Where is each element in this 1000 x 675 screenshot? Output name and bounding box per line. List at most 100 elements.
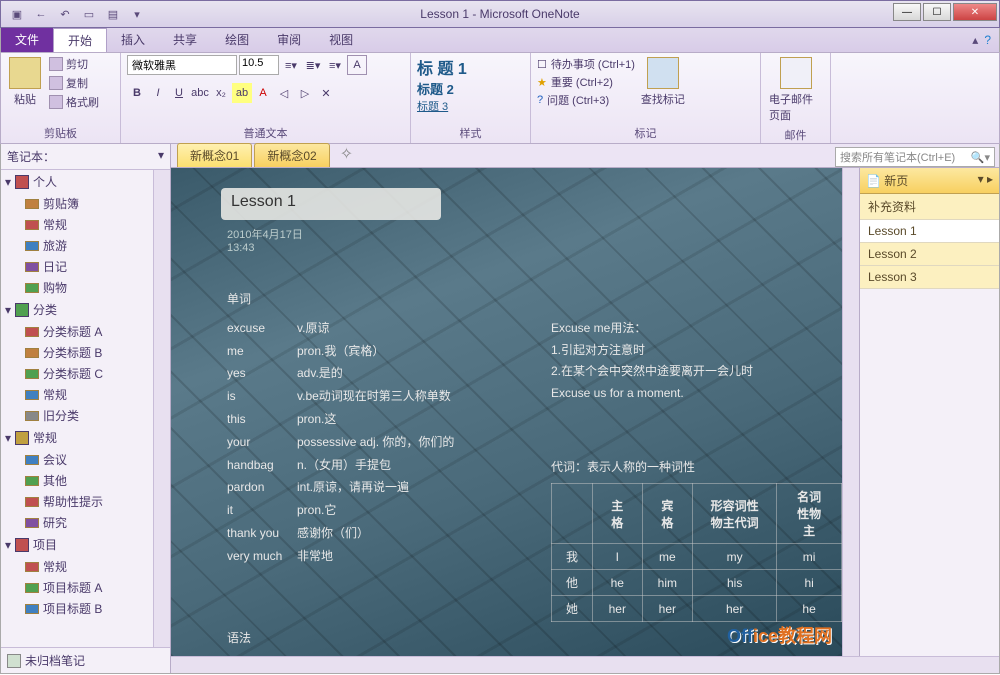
minimize-ribbon-icon[interactable]: ▴ [972,33,978,47]
page-list-item[interactable]: Lesson 1 [860,220,999,243]
dock-button[interactable]: ▭ [79,4,99,24]
group-clipboard: 粘贴 剪切 复制 格式刷 剪贴板 [1,53,121,143]
section-item[interactable]: 分类标题 B [1,342,170,363]
section-item[interactable]: 常规 [1,384,170,405]
vocab-row: itpron.它 [227,499,454,522]
sidebar-scrollbar[interactable] [153,170,170,647]
chevron-icon: ▾ [5,303,11,317]
folder-icon [25,562,39,572]
section-item[interactable]: 其他 [1,470,170,491]
maximize-button[interactable]: ☐ [923,3,951,21]
tag-todo[interactable]: ☐待办事项 (Ctrl+1) [537,55,635,73]
tag-important[interactable]: ★重要 (Ctrl+2) [537,73,635,91]
page-title[interactable]: Lesson 1 [221,188,441,220]
notebook-item[interactable]: ▾个人 [1,170,170,193]
page-list-item[interactable]: Lesson 3 [860,266,999,289]
style-heading3[interactable]: 标题 3 [417,98,467,114]
page-list-item[interactable]: Lesson 2 [860,243,999,266]
section-item[interactable]: 分类标题 A [1,321,170,342]
section-item[interactable]: 项目标题 A [1,577,170,598]
section-item[interactable]: 常规 [1,556,170,577]
copy-button[interactable]: 复制 [47,74,101,92]
title-bar: ▣ ← ↶ ▭ ▤ ▾ Lesson 1 - Microsoft OneNote… [0,0,1000,28]
undo-button[interactable]: ↶ [55,4,75,24]
section-item[interactable]: 会议 [1,449,170,470]
section-item[interactable]: 剪贴簿 [1,193,170,214]
tab-share[interactable]: 共享 [159,28,211,52]
new-section-button[interactable]: ✧ [332,141,361,167]
numbering-button[interactable]: ≣▾ [303,55,323,75]
folder-icon [25,497,39,507]
font-size-select[interactable]: 10.5 [239,55,279,75]
align-button[interactable]: ≡▾ [325,55,345,75]
font-color-button[interactable]: A [253,83,273,103]
chevron-down-icon[interactable]: ▾ ▸ [978,172,993,189]
notebook-item[interactable]: ▾项目 [1,533,170,556]
group-label: 邮件 [767,125,824,145]
section-item[interactable]: 常规 [1,214,170,235]
section-item[interactable]: 研究 [1,512,170,533]
usage-block[interactable]: Excuse me用法： 1.引起对方注意时 2.在某个会中突然中途要离开一会儿… [551,318,753,404]
vocab-row: isv.be动词现在时第三人称单数 [227,385,454,408]
pronoun-table[interactable]: 主格宾格形容词性物主代词名词性物主我Imemymi他hehimhishi她her… [551,483,842,622]
styles-pane-button[interactable]: A [347,55,367,75]
tab-review[interactable]: 审阅 [263,28,315,52]
onenote-icon[interactable]: ▣ [7,4,27,24]
style-heading1[interactable]: 标 题 1 [417,55,467,79]
cut-button[interactable]: 剪切 [47,55,101,73]
section-item[interactable]: 帮助性提示 [1,491,170,512]
help-icon[interactable]: ? [984,33,991,47]
unfiled-notes[interactable]: 未归档笔记 [1,647,170,673]
tab-draw[interactable]: 绘图 [211,28,263,52]
page-canvas[interactable]: Lesson 1 2010年4月17日 13:43 单词 excusev.原谅m… [171,168,842,656]
font-name-select[interactable]: 微软雅黑 [127,55,237,75]
folder-icon [25,241,39,251]
style-heading2[interactable]: 标题 2 [417,79,467,98]
section-item[interactable]: 旅游 [1,235,170,256]
section-tab[interactable]: 新概念02 [254,143,329,167]
tab-home[interactable]: 开始 [53,28,107,52]
notebook-item[interactable]: ▾分类 [1,298,170,321]
tab-insert[interactable]: 插入 [107,28,159,52]
section-item[interactable]: 旧分类 [1,405,170,426]
sidebar-dropdown-icon[interactable]: ▾ [158,148,164,165]
section-item[interactable]: 分类标题 C [1,363,170,384]
page-list-item[interactable]: 补充资料 [860,194,999,220]
find-tags-button[interactable]: 查找标记 [639,55,687,109]
new-page-button[interactable]: 📄 新页 ▾ ▸ [860,168,999,194]
canvas-vscrollbar[interactable] [842,168,859,656]
underline-button[interactable]: U [169,83,189,103]
vocab-block[interactable]: 单词 excusev.原谅mepron.我（宾格）yesadv.是的isv.be… [227,288,454,568]
section-tab[interactable]: 新概念01 [177,143,252,167]
back-button[interactable]: ← [31,4,51,24]
subscript-button[interactable]: x₂ [211,83,231,103]
format-painter-button[interactable]: 格式刷 [47,93,101,111]
paste-icon [9,57,41,89]
file-tab[interactable]: 文件 [1,28,53,52]
minimize-button[interactable]: — [893,3,921,21]
search-input[interactable]: 搜索所有笔记本(Ctrl+E) 🔍▾ [835,147,995,167]
book-icon [15,538,29,552]
section-item[interactable]: 日记 [1,256,170,277]
tab-view[interactable]: 视图 [315,28,367,52]
italic-button[interactable]: I [148,83,168,103]
highlight-button[interactable]: ab [232,83,252,103]
canvas-area: Lesson 1 2010年4月17日 13:43 单词 excusev.原谅m… [171,168,999,656]
bold-button[interactable]: B [127,83,147,103]
canvas-hscrollbar[interactable] [171,656,999,673]
tag-question[interactable]: ?问题 (Ctrl+3) [537,91,635,109]
section-item[interactable]: 项目标题 B [1,598,170,619]
close-button[interactable]: ✕ [953,3,997,21]
outdent-button[interactable]: ◁ [274,83,294,103]
indent-button[interactable]: ▷ [295,83,315,103]
section-item[interactable]: 购物 [1,277,170,298]
strike-button[interactable]: abc [190,83,210,103]
qat-dropdown[interactable]: ▾ [127,4,147,24]
notebook-item[interactable]: ▾常规 [1,426,170,449]
paste-button[interactable]: 粘贴 [7,55,43,109]
bullets-button[interactable]: ≡▾ [281,55,301,75]
print-button[interactable]: ▤ [103,4,123,24]
group-mail: 电子邮件页面 邮件 [761,53,831,143]
clear-format-button[interactable]: ✕ [316,83,336,103]
email-page-button[interactable]: 电子邮件页面 [767,55,824,125]
